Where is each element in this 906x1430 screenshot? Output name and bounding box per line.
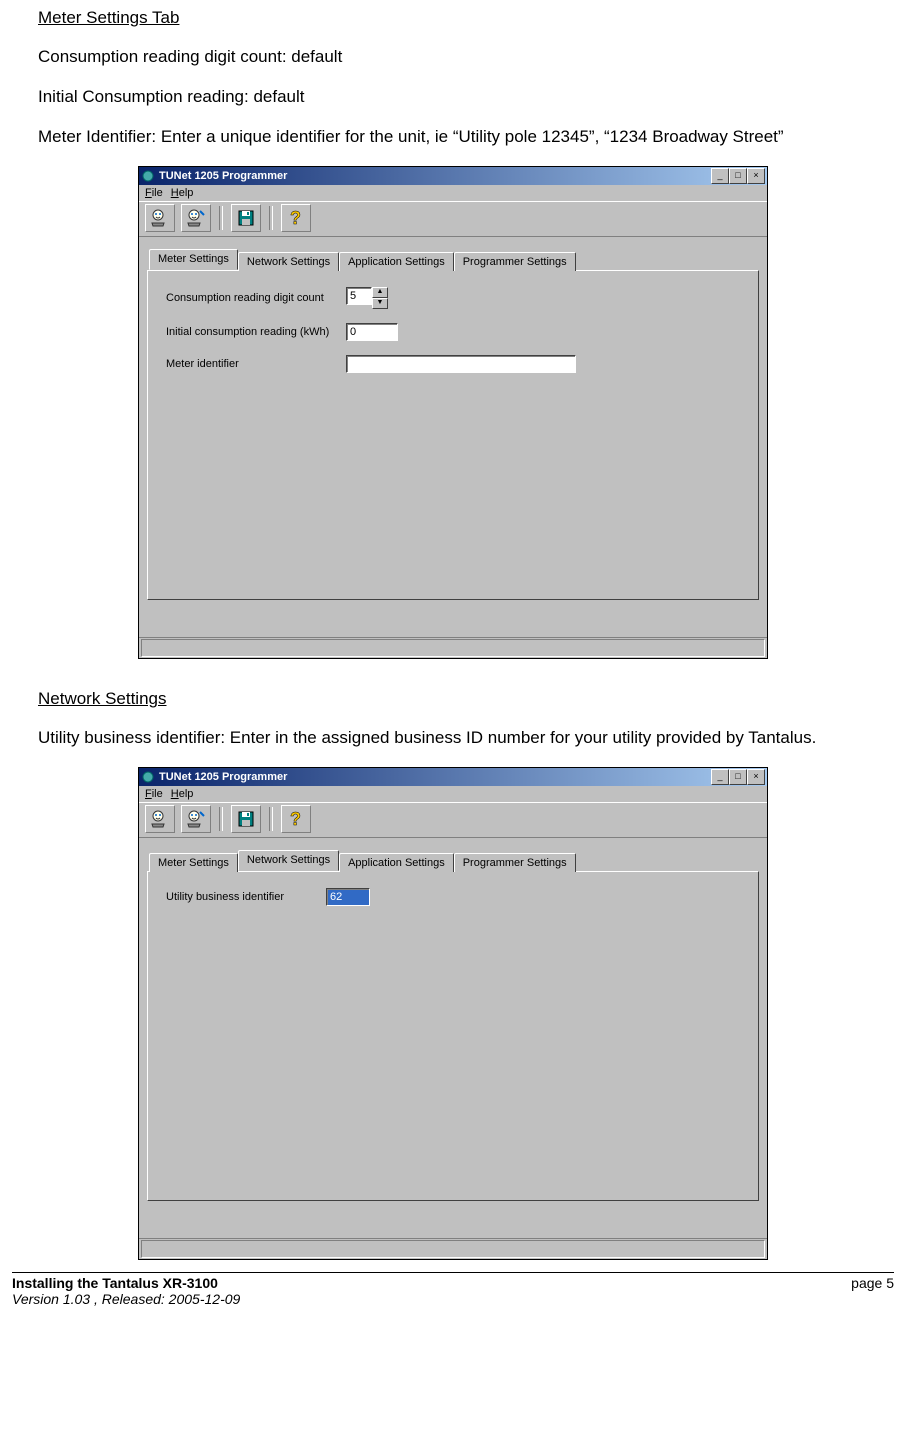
tab-meter-settings[interactable]: Meter Settings [149, 853, 238, 872]
menu-help[interactable]: Help [171, 788, 194, 800]
titlebar[interactable]: TUNet 1205 Programmer _ □ × [139, 768, 767, 786]
text-digit-count: Consumption reading digit count: default [38, 46, 886, 68]
initial-reading-input[interactable] [346, 323, 398, 341]
tab-application-settings[interactable]: Application Settings [339, 853, 454, 872]
toolbar: ? [139, 201, 767, 237]
footer-title: Installing the Tantalus XR-3100 [12, 1275, 218, 1291]
label-business-identifier: Utility business identifier [166, 891, 326, 903]
tab-network-settings[interactable]: Network Settings [238, 850, 339, 871]
tab-meter-settings[interactable]: Meter Settings [149, 249, 238, 270]
digit-count-input[interactable] [346, 287, 372, 305]
tab-network-settings[interactable]: Network Settings [238, 252, 339, 271]
toolbar: ? [139, 802, 767, 838]
app-icon [141, 770, 155, 784]
titlebar[interactable]: TUNet 1205 Programmer _ □ × [139, 167, 767, 185]
window-network-settings: TUNet 1205 Programmer _ □ × File Help [138, 767, 768, 1260]
svg-text:?: ? [290, 208, 301, 228]
toolbar-read-button[interactable] [145, 805, 175, 833]
tab-programmer-settings[interactable]: Programmer Settings [454, 252, 576, 271]
maximize-button[interactable]: □ [729, 769, 747, 785]
close-button[interactable]: × [747, 168, 765, 184]
meter-identifier-input[interactable] [346, 355, 576, 373]
window-title: TUNet 1205 Programmer [159, 771, 711, 783]
tab-programmer-settings[interactable]: Programmer Settings [454, 853, 576, 872]
maximize-button[interactable]: □ [729, 168, 747, 184]
label-meter-identifier: Meter identifier [166, 358, 346, 370]
menu-file[interactable]: File [145, 187, 163, 199]
text-business-identifier: Utility business identifier: Enter in th… [38, 727, 886, 749]
footer-version: Version 1.03 , Released: 2005-12-09 [12, 1291, 240, 1307]
label-digit-count: Consumption reading digit count [166, 292, 346, 304]
spinner-down[interactable]: ▼ [372, 298, 388, 309]
menu-file[interactable]: File [145, 788, 163, 800]
tabpanel-meter-settings: Consumption reading digit count ▲ ▼ Init… [147, 270, 759, 600]
minimize-button[interactable]: _ [711, 168, 729, 184]
tabpanel-network-settings: Utility business identifier [147, 871, 759, 1201]
toolbar-write-button[interactable] [181, 204, 211, 232]
tabstrip: Meter Settings Network Settings Applicat… [149, 249, 759, 270]
statusbar [139, 1238, 767, 1259]
toolbar-help-button[interactable]: ? [281, 805, 311, 833]
text-initial-reading: Initial Consumption reading: default [38, 86, 886, 108]
app-icon [141, 169, 155, 183]
minimize-button[interactable]: _ [711, 769, 729, 785]
text-meter-identifier: Meter Identifier: Enter a unique identif… [38, 126, 886, 148]
menubar: File Help [139, 786, 767, 802]
toolbar-save-button[interactable] [231, 204, 261, 232]
business-identifier-input[interactable] [326, 888, 370, 906]
menubar: File Help [139, 185, 767, 201]
tab-application-settings[interactable]: Application Settings [339, 252, 454, 271]
close-button[interactable]: × [747, 769, 765, 785]
menu-help[interactable]: Help [171, 187, 194, 199]
window-title: TUNet 1205 Programmer [159, 170, 711, 182]
window-meter-settings: TUNet 1205 Programmer _ □ × File Help [138, 166, 768, 659]
toolbar-read-button[interactable] [145, 204, 175, 232]
statusbar [139, 637, 767, 658]
spinner-up[interactable]: ▲ [372, 287, 388, 298]
heading-network-settings: Network Settings [38, 689, 886, 709]
svg-text:?: ? [290, 809, 301, 829]
toolbar-save-button[interactable] [231, 805, 261, 833]
toolbar-help-button[interactable]: ? [281, 204, 311, 232]
heading-meter-settings: Meter Settings Tab [38, 8, 886, 28]
page-footer: Installing the Tantalus XR-3100 Version … [12, 1272, 894, 1307]
tabstrip: Meter Settings Network Settings Applicat… [149, 850, 759, 871]
footer-page-number: page 5 [851, 1275, 894, 1307]
label-initial-reading: Initial consumption reading (kWh) [166, 326, 346, 338]
toolbar-write-button[interactable] [181, 805, 211, 833]
